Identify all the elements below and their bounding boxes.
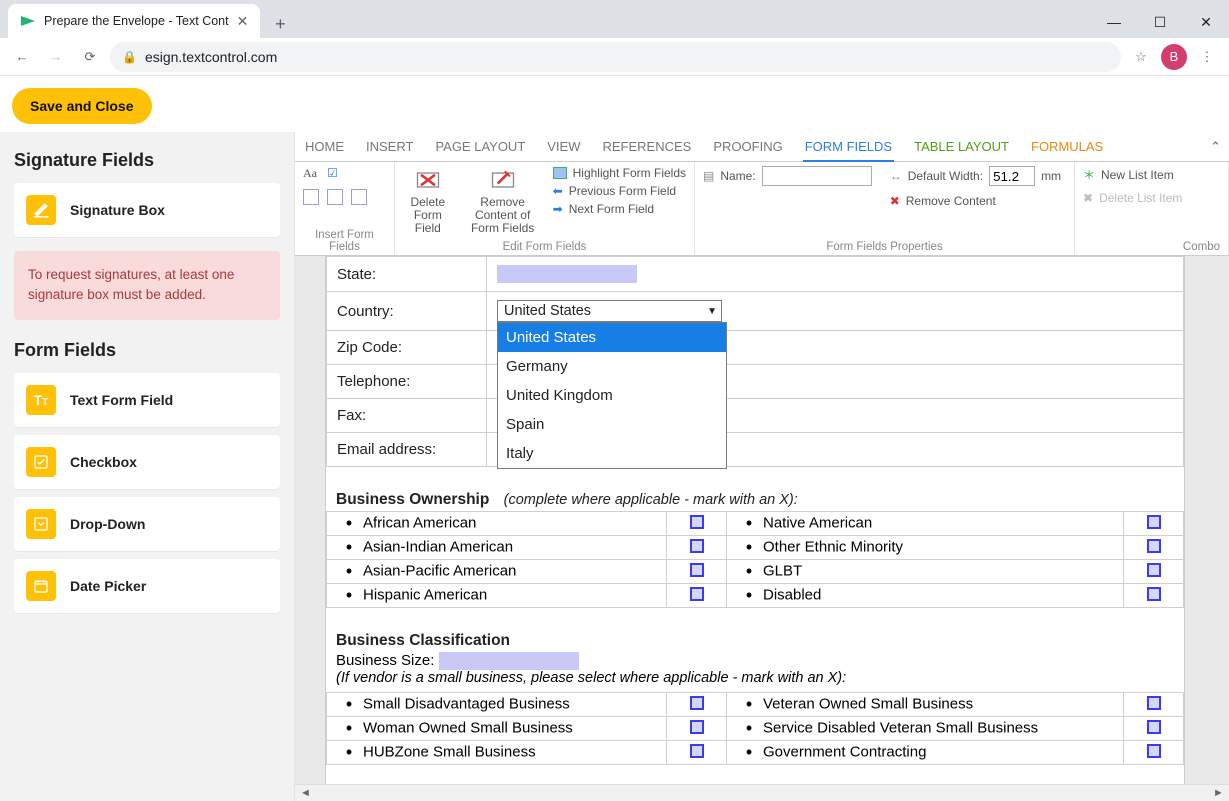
- default-width-input[interactable]: [989, 166, 1035, 186]
- previous-form-field-button[interactable]: ⬅Previous Form Field: [553, 184, 686, 198]
- tab-title: Prepare the Envelope - Text Cont: [44, 14, 229, 28]
- new-tab-button[interactable]: +: [266, 10, 294, 38]
- text-insert-icon[interactable]: Aa: [303, 166, 317, 181]
- kebab-menu-icon[interactable]: ⋮: [1193, 43, 1221, 71]
- tab-form-fields[interactable]: FORM FIELDS: [803, 133, 894, 162]
- country-option[interactable]: Italy: [498, 439, 726, 468]
- contact-form-table: State: Country: United States ▼: [326, 256, 1184, 467]
- lock-icon: 🔒: [122, 50, 137, 64]
- field-insert-icon[interactable]: [351, 189, 367, 205]
- document-page: State: Country: United States ▼: [325, 256, 1185, 786]
- classification-checkbox[interactable]: [690, 744, 704, 758]
- url-text: esign.textcontrol.com: [145, 49, 277, 65]
- classification-checkbox[interactable]: [1147, 744, 1161, 758]
- favicon-icon: [20, 13, 36, 29]
- ownership-checkbox[interactable]: [690, 587, 704, 601]
- date-picker-item[interactable]: Date Picker: [14, 559, 280, 613]
- signature-fields-heading: Signature Fields: [14, 150, 280, 171]
- signature-warning: To request signatures, at least one sign…: [14, 251, 280, 320]
- ownership-checkbox[interactable]: [1147, 563, 1161, 577]
- field-name-row: ▤ Name:: [703, 166, 872, 186]
- classification-checkbox[interactable]: [1147, 696, 1161, 710]
- ribbon-collapse-icon[interactable]: ⌃: [1210, 139, 1221, 155]
- classification-checkbox[interactable]: [690, 720, 704, 734]
- dropdown-item[interactable]: Drop-Down: [14, 497, 280, 551]
- forward-button[interactable]: →: [42, 43, 70, 71]
- form-fields-heading: Form Fields: [14, 340, 280, 361]
- country-option[interactable]: Germany: [498, 352, 726, 381]
- dropdown-icon: [26, 509, 56, 539]
- ownership-checkbox[interactable]: [1147, 587, 1161, 601]
- tag-icon: ▤: [703, 169, 714, 183]
- tab-proofing[interactable]: PROOFING: [711, 133, 784, 160]
- checkbox-item[interactable]: Checkbox: [14, 435, 280, 489]
- bookmark-star-icon[interactable]: ☆: [1127, 43, 1155, 71]
- ownership-checkbox[interactable]: [690, 515, 704, 529]
- text-field-icon: TT: [26, 385, 56, 415]
- ownership-checkbox[interactable]: [690, 563, 704, 577]
- default-width-row: ↔ Default Width: mm: [890, 166, 1061, 186]
- browser-tab[interactable]: Prepare the Envelope - Text Cont ✕: [8, 4, 260, 38]
- remove-content-form-fields-button[interactable]: Remove Content of Form Fields: [463, 166, 543, 236]
- calendar-icon: [26, 571, 56, 601]
- close-window-button[interactable]: ✕: [1183, 6, 1229, 38]
- classification-checkbox[interactable]: [1147, 720, 1161, 734]
- tab-close-icon[interactable]: ✕: [237, 13, 249, 30]
- checkbox-insert-icon[interactable]: ☑: [327, 166, 338, 181]
- delete-list-item-button[interactable]: ✖Delete List Item: [1083, 191, 1182, 205]
- tab-home[interactable]: HOME: [303, 133, 346, 160]
- country-option[interactable]: United States: [498, 323, 726, 352]
- signature-icon: [26, 195, 56, 225]
- tab-references[interactable]: REFERENCES: [601, 133, 694, 160]
- tab-insert[interactable]: INSERT: [364, 133, 415, 160]
- window-controls: — ☐ ✕: [1091, 6, 1229, 38]
- country-option[interactable]: United Kingdom: [498, 381, 726, 410]
- date-insert-icon[interactable]: [327, 189, 343, 205]
- horizontal-scrollbar[interactable]: ◄►: [295, 784, 1229, 801]
- reload-button[interactable]: ⟳: [76, 43, 104, 71]
- ownership-table: African AmericanNative American Asian-In…: [326, 511, 1184, 608]
- maximize-button[interactable]: ☐: [1137, 6, 1183, 38]
- country-dropdown-popup: United States Germany United Kingdom Spa…: [497, 322, 727, 469]
- back-button[interactable]: ←: [8, 43, 36, 71]
- minimize-button[interactable]: —: [1091, 6, 1137, 38]
- ownership-checkbox[interactable]: [1147, 515, 1161, 529]
- chevron-down-icon: ▼: [707, 306, 717, 317]
- highlight-form-fields-button[interactable]: Highlight Form Fields: [553, 166, 686, 180]
- titlebar: Prepare the Envelope - Text Cont ✕ + — ☐…: [0, 0, 1229, 38]
- country-option[interactable]: Spain: [498, 410, 726, 439]
- tab-view[interactable]: VIEW: [545, 133, 582, 160]
- ownership-checkbox[interactable]: [690, 539, 704, 553]
- document-scroll-area[interactable]: State: Country: United States ▼: [295, 256, 1229, 801]
- delete-form-field-button[interactable]: Delete Form Field: [403, 166, 453, 236]
- width-icon: ↔: [890, 169, 902, 183]
- tab-table-layout[interactable]: TABLE LAYOUT: [912, 133, 1011, 160]
- signature-box-item[interactable]: Signature Box: [14, 183, 280, 237]
- app-header: Save and Close: [0, 76, 1229, 132]
- field-name-input[interactable]: [762, 166, 872, 186]
- new-list-item-button[interactable]: ＊New List Item: [1083, 166, 1174, 183]
- classification-checkbox[interactable]: [690, 696, 704, 710]
- profile-avatar[interactable]: B: [1161, 44, 1187, 70]
- combo-insert-icon[interactable]: [303, 189, 319, 205]
- signature-box-label: Signature Box: [70, 202, 165, 218]
- browser-toolbar: ← → ⟳ 🔒 esign.textcontrol.com ☆ B ⋮: [0, 38, 1229, 76]
- ownership-checkbox[interactable]: [1147, 539, 1161, 553]
- text-form-field-item[interactable]: TT Text Form Field: [14, 373, 280, 427]
- classification-table: Small Disadvantaged BusinessVeteran Owne…: [326, 692, 1184, 765]
- next-form-field-button[interactable]: ➡Next Form Field: [553, 202, 686, 216]
- save-and-close-button[interactable]: Save and Close: [12, 88, 152, 124]
- ribbon: Aa ☑ Insert Form Fields: [295, 162, 1229, 256]
- remove-content-button[interactable]: ✖Remove Content: [890, 194, 1061, 208]
- country-combobox[interactable]: United States ▼: [497, 300, 722, 322]
- address-bar[interactable]: 🔒 esign.textcontrol.com: [110, 42, 1121, 72]
- business-size-field[interactable]: [439, 652, 579, 670]
- checkbox-icon: [26, 447, 56, 477]
- tab-formulas[interactable]: FORMULAS: [1029, 133, 1105, 160]
- tab-page-layout[interactable]: PAGE LAYOUT: [433, 133, 527, 160]
- sidebar: Signature Fields Signature Box To reques…: [0, 132, 295, 801]
- ribbon-tabs: HOME INSERT PAGE LAYOUT VIEW REFERENCES …: [295, 132, 1229, 162]
- state-field[interactable]: [497, 265, 637, 283]
